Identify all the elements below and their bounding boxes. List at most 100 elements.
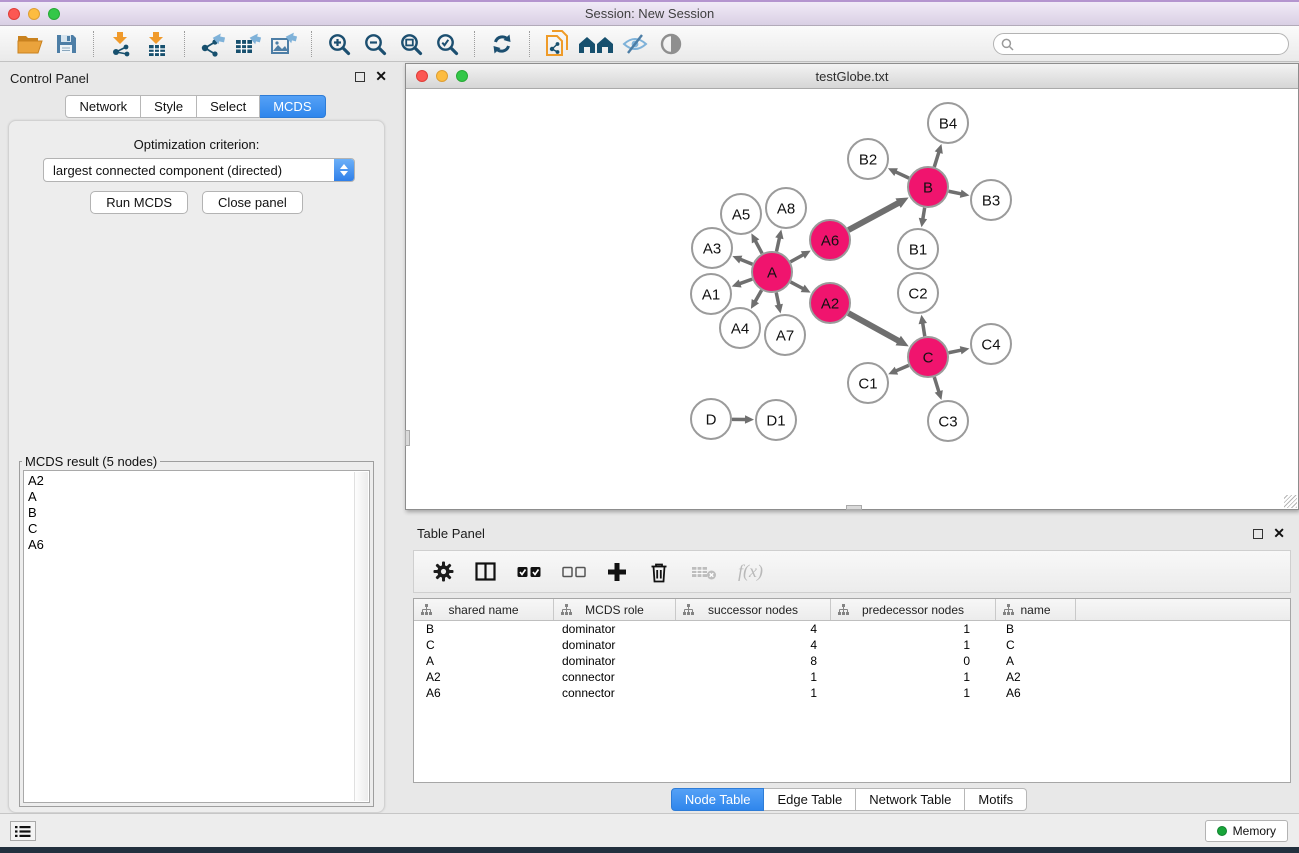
close-panel-icon[interactable]: ✕: [375, 68, 387, 84]
edge-B-B2[interactable]: [895, 172, 909, 178]
search-input[interactable]: [1014, 36, 1288, 52]
export-network-icon[interactable]: [194, 29, 230, 59]
edge-B-B1[interactable]: [923, 208, 925, 220]
edge-B-B3[interactable]: [949, 191, 962, 194]
table-row[interactable]: A2connector11A2: [414, 669, 1290, 685]
resize-handle-bottom[interactable]: [846, 505, 862, 510]
edge-arrow-icon: [732, 279, 742, 287]
mcds-panel: Optimization criterion: largest connecte…: [8, 120, 385, 813]
create-column-plus-icon[interactable]: [607, 562, 627, 582]
show-all-icon[interactable]: [653, 29, 689, 59]
export-image-icon[interactable]: [266, 29, 302, 59]
float-panel-icon[interactable]: [355, 72, 365, 82]
table-tab-edge-table[interactable]: Edge Table: [764, 788, 856, 811]
zoom-out-icon[interactable]: [357, 29, 393, 59]
run-mcds-button[interactable]: Run MCDS: [90, 191, 188, 214]
edge-A-A4[interactable]: [755, 290, 762, 302]
edge-A-A2[interactable]: [791, 282, 804, 289]
column-header-name[interactable]: name: [996, 599, 1076, 620]
task-history-button[interactable]: [10, 821, 36, 841]
edge-B-B4[interactable]: [934, 152, 939, 167]
mcds-result-item[interactable]: B: [28, 505, 369, 521]
float-table-panel-icon[interactable]: [1253, 529, 1263, 539]
main-toolbar: [0, 26, 1299, 62]
column-header-MCDS-role[interactable]: MCDS role: [554, 599, 676, 620]
mcds-result-legend: MCDS result (5 nodes): [22, 454, 160, 469]
graph-node-label: B4: [939, 115, 957, 132]
cell-MCDS-role: connector: [554, 686, 676, 700]
table-row[interactable]: Cdominator41C: [414, 637, 1290, 653]
tab-mcds[interactable]: MCDS: [260, 95, 325, 118]
save-session-icon[interactable]: [48, 29, 84, 59]
zoom-in-icon[interactable]: [321, 29, 357, 59]
cell-successor-nodes: 4: [676, 638, 831, 652]
delete-column-trash-icon[interactable]: [648, 561, 670, 583]
import-network-icon[interactable]: [103, 29, 139, 59]
clone-network-icon[interactable]: [539, 29, 575, 59]
close-table-panel-icon[interactable]: ✕: [1273, 525, 1285, 541]
column-header-shared-name[interactable]: shared name: [414, 599, 554, 620]
tab-style[interactable]: Style: [141, 95, 197, 118]
memory-button[interactable]: Memory: [1205, 820, 1288, 842]
tab-network[interactable]: Network: [65, 95, 141, 118]
network-window-titlebar[interactable]: testGlobe.txt: [406, 64, 1298, 89]
table-row[interactable]: Bdominator41B: [414, 621, 1290, 637]
resize-grip-icon[interactable]: [1284, 495, 1297, 508]
cell-predecessor-nodes: 1: [831, 638, 996, 652]
edge-A-A7[interactable]: [776, 293, 779, 306]
mcds-result-list[interactable]: A2ABCA6: [23, 470, 370, 803]
edge-A2-C[interactable]: [848, 313, 899, 341]
cell-successor-nodes: 8: [676, 654, 831, 668]
edge-A6-B[interactable]: [848, 203, 899, 230]
first-neighbors-icon[interactable]: [575, 29, 617, 59]
show-columns-icon[interactable]: [475, 562, 496, 581]
mcds-result-item[interactable]: C: [28, 521, 369, 537]
zoom-fit-icon[interactable]: [393, 29, 429, 59]
column-header-successor-nodes[interactable]: successor nodes: [676, 599, 831, 620]
zoom-selected-icon[interactable]: [429, 29, 465, 59]
mcds-result-item[interactable]: A6: [28, 537, 369, 553]
open-session-icon[interactable]: [12, 29, 48, 59]
hide-selected-icon[interactable]: [617, 29, 653, 59]
criterion-dropdown[interactable]: largest connected component (directed): [43, 158, 355, 182]
toolbar-separator: [93, 31, 94, 57]
import-table-icon[interactable]: [139, 29, 175, 59]
scrollbar[interactable]: [354, 472, 368, 801]
cell-MCDS-role: dominator: [554, 622, 676, 636]
edge-arrow-icon: [775, 304, 783, 314]
export-table-icon[interactable]: [230, 29, 266, 59]
edge-C-C2[interactable]: [923, 323, 925, 337]
table-tab-motifs[interactable]: Motifs: [965, 788, 1027, 811]
cell-shared-name: A: [414, 654, 554, 668]
network-canvas[interactable]: B4B2BB3A8A5A6A3B1AA1C2A2A4A7C4CC1C3DD1: [406, 90, 1298, 509]
edge-arrow-icon: [775, 229, 783, 239]
memory-label: Memory: [1233, 824, 1276, 838]
column-header-predecessor-nodes[interactable]: predecessor nodes: [831, 599, 996, 620]
edge-A-A1[interactable]: [739, 279, 752, 284]
edge-C-C1[interactable]: [896, 365, 909, 371]
table-settings-gear-icon[interactable]: [433, 561, 454, 582]
table-row[interactable]: Adominator80A: [414, 653, 1290, 669]
resize-handle-left[interactable]: [405, 430, 410, 446]
edge-arrow-icon: [935, 144, 943, 154]
table-row[interactable]: A6connector11A6: [414, 685, 1290, 701]
mcds-result-item[interactable]: A: [28, 489, 369, 505]
refresh-layout-icon[interactable]: [484, 29, 520, 59]
column-type-icon: [421, 604, 432, 615]
edge-A-A5[interactable]: [755, 240, 762, 253]
close-panel-button[interactable]: Close panel: [202, 191, 303, 214]
select-all-rows-icon[interactable]: [517, 564, 541, 580]
column-header-empty: [1076, 599, 1290, 620]
edge-C-C4[interactable]: [949, 350, 962, 353]
edge-C-C3[interactable]: [934, 377, 939, 392]
table-tab-node-table[interactable]: Node Table: [671, 788, 765, 811]
graph-node-label: A1: [702, 286, 720, 303]
deselect-all-rows-icon[interactable]: [562, 564, 586, 580]
table-tab-network-table[interactable]: Network Table: [856, 788, 965, 811]
tab-select[interactable]: Select: [197, 95, 260, 118]
edge-A-A6[interactable]: [790, 254, 803, 261]
search-field[interactable]: [993, 33, 1289, 55]
edge-A-A3[interactable]: [740, 259, 753, 264]
edge-A-A8[interactable]: [776, 237, 779, 251]
mcds-result-item[interactable]: A2: [28, 473, 369, 489]
